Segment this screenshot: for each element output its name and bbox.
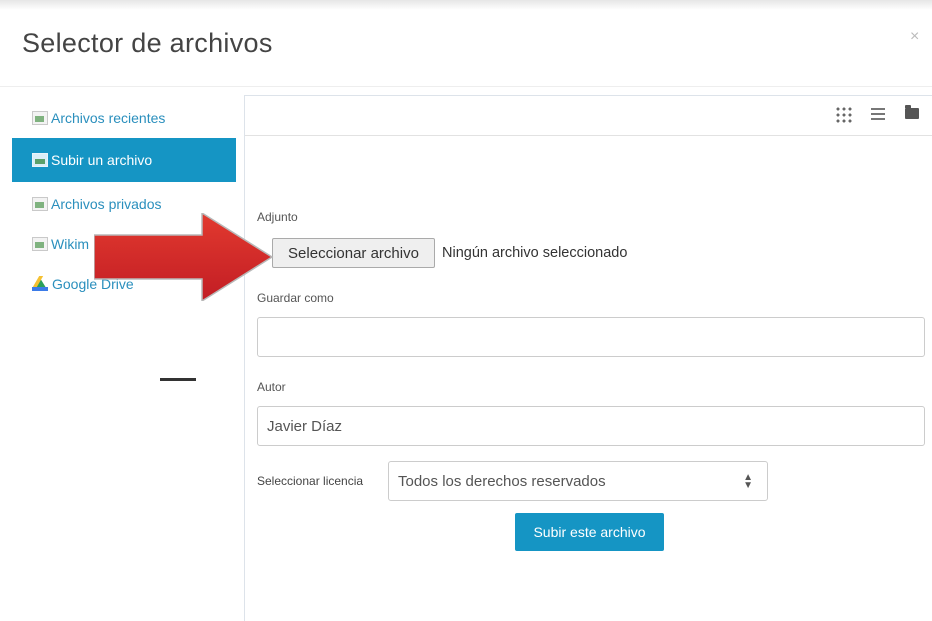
license-label: Seleccionar licencia [257, 474, 364, 488]
choose-file-button[interactable]: Seleccionar archivo [272, 238, 435, 268]
upload-icon [32, 153, 48, 167]
license-select[interactable]: Todos los derechos reservados ▲ ▼ [388, 461, 768, 501]
broken-image-icon [32, 237, 48, 251]
select-arrows-icon: ▲ ▼ [743, 472, 753, 491]
red-arrow-icon [94, 213, 274, 301]
sidebar-item-label: Subir un archivo [51, 152, 153, 168]
sidebar-item-label: Archivos recientes [51, 110, 166, 126]
list-view-icon[interactable] [871, 108, 885, 122]
license-selected-value: Todos los derechos reservados [398, 472, 606, 490]
broken-image-icon [32, 111, 48, 125]
sidebar-item-recent-files[interactable]: Archivos recientes [12, 96, 236, 140]
header-divider [0, 86, 932, 87]
sidebar-item-upload-file[interactable]: Subir un archivo [12, 138, 236, 182]
google-drive-icon [32, 277, 48, 291]
dialog-title: Selector de archivos [22, 28, 273, 58]
grid-view-icon[interactable] [835, 106, 853, 124]
folder-view-icon[interactable] [905, 105, 919, 119]
upload-file-button[interactable]: Subir este archivo [515, 513, 664, 551]
save-as-input[interactable] [257, 317, 925, 357]
sidebar-item-label: Wikim [51, 236, 90, 252]
view-toolbar [245, 96, 932, 136]
broken-image-icon [32, 197, 48, 211]
sidebar-item-label: Archivos privados [51, 196, 162, 212]
file-status-text: Ningún archivo seleccionado [442, 245, 628, 261]
window-top-edge [0, 0, 932, 10]
author-label: Autor [257, 380, 286, 394]
close-button[interactable]: × [910, 28, 919, 46]
small-logo-mark [160, 378, 196, 381]
author-input[interactable]: Javier Díaz [257, 406, 925, 446]
